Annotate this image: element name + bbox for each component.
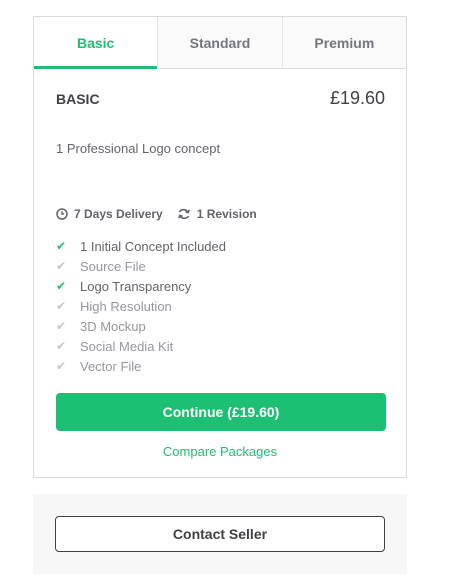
feature-label: Source File xyxy=(80,258,146,274)
compare-packages-link[interactable]: Compare Packages xyxy=(34,444,406,459)
package-meta: 7 Days Delivery 1 Revision xyxy=(56,207,271,221)
feature-item: ✔ 3D Mockup xyxy=(56,316,226,336)
feature-list: ✔ 1 Initial Concept Included ✔ Source File… xyxy=(56,236,226,376)
check-icon: ✔ xyxy=(56,239,67,253)
check-icon: ✔ xyxy=(56,319,67,333)
check-icon: ✔ xyxy=(56,279,67,293)
refresh-icon xyxy=(177,208,190,220)
check-icon: ✔ xyxy=(56,299,67,313)
feature-label: Logo Transparency xyxy=(80,278,192,294)
revisions-label: 1 Revision xyxy=(196,207,257,221)
feature-label: Vector File xyxy=(80,358,142,374)
feature-item: ✔ Logo Transparency xyxy=(56,276,226,296)
feature-item: ✔ 1 Initial Concept Included xyxy=(56,236,226,256)
feature-label: 3D Mockup xyxy=(80,318,146,334)
package-description: 1 Professional Logo concept xyxy=(56,141,221,156)
check-icon: ✔ xyxy=(56,339,67,353)
feature-label: 1 Initial Concept Included xyxy=(80,238,226,254)
contact-seller-button[interactable]: Contact Seller xyxy=(55,516,385,552)
clock-icon xyxy=(56,208,68,220)
contact-section: Contact Seller xyxy=(33,494,407,574)
package-name: BASIC xyxy=(56,91,100,107)
feature-label: Social Media Kit xyxy=(80,338,174,354)
feature-item: ✔ Social Media Kit xyxy=(56,336,226,356)
delivery-label: 7 Days Delivery xyxy=(74,207,163,221)
feature-item: ✔ High Resolution xyxy=(56,296,226,316)
package-card: Basic Standard Premium BASIC £19.60 1 Pr… xyxy=(33,16,407,478)
check-icon: ✔ xyxy=(56,359,67,373)
check-icon: ✔ xyxy=(56,259,67,273)
feature-label: High Resolution xyxy=(80,298,172,314)
package-price: £19.60 xyxy=(329,88,385,108)
delivery-time: 7 Days Delivery xyxy=(56,207,163,221)
revisions: 1 Revision xyxy=(177,207,257,221)
continue-button[interactable]: Continue (£19.60) xyxy=(56,393,386,431)
tab-basic[interactable]: Basic xyxy=(34,17,158,69)
tab-standard[interactable]: Standard xyxy=(157,17,282,68)
tab-premium[interactable]: Premium xyxy=(281,17,406,68)
feature-item: ✔ Source File xyxy=(56,256,226,276)
feature-item: ✔ Vector File xyxy=(56,356,226,376)
package-tabs: Basic Standard Premium xyxy=(34,17,406,69)
